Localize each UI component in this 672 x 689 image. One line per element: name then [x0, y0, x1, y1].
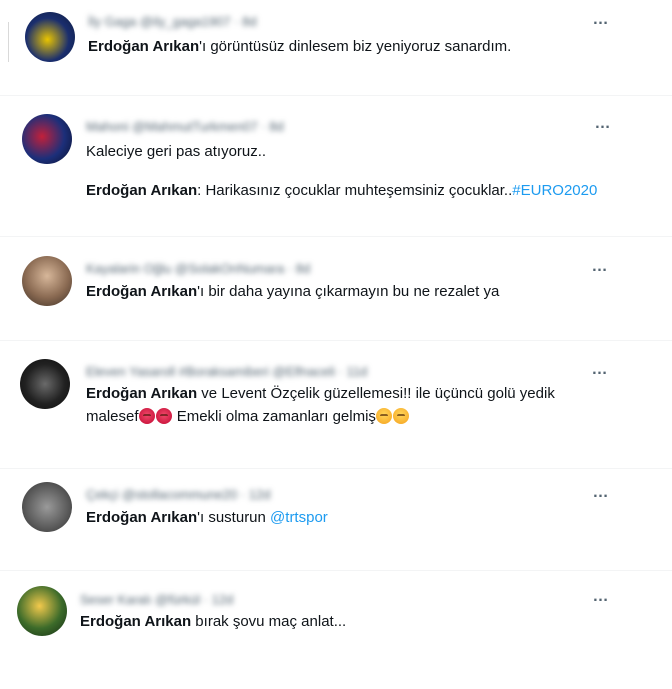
more-options-icon[interactable]: …	[590, 485, 612, 502]
tweet-text: Erdoğan Arıkan'ı görüntüsüz dinlesem biz…	[88, 38, 512, 55]
tweet-author-header[interactable]: Kayalarin Oğlu @SolakOnNumara · 8d	[86, 261, 310, 276]
more-options-icon[interactable]: …	[589, 362, 611, 379]
tweet-6[interactable]: Seser Karalı @fürkül · 12d … Erdoğan Arı…	[0, 578, 672, 678]
tweet-author-header[interactable]: Seser Karalı @fürkül · 12d	[80, 592, 233, 607]
tweet-2[interactable]: Mahoni @MahmutTurkmen07 · 8d … Kaleciye …	[0, 100, 672, 220]
tweet-text-line: Kaleciye geri pas atıyoruz..	[86, 143, 267, 160]
avatar[interactable]	[22, 482, 72, 532]
thinking-face-icon	[375, 408, 392, 424]
avatar[interactable]	[20, 359, 70, 409]
more-options-icon[interactable]: …	[590, 12, 612, 29]
mention-bold: Erdoğan Arıkan	[88, 38, 200, 55]
more-options-icon[interactable]: …	[592, 116, 614, 133]
tweet-5[interactable]: Çekçi @stollacommune20 · 12d … Erdoğan A…	[0, 475, 672, 565]
tweet-author-header[interactable]: Mahoni @MahmutTurkmen07 · 8d	[86, 119, 284, 134]
tweet-text: Erdoğan Arıkan'ı susturun @trtspor	[86, 509, 328, 526]
mention-bold: Erdoğan Arıkan	[86, 283, 198, 300]
avatar[interactable]	[25, 12, 75, 62]
tweet-text-line-2: malesef Emekli olma zamanları gelmiş	[86, 405, 410, 428]
avatar[interactable]	[17, 586, 67, 636]
mention-bold: Erdoğan Arıkan	[86, 182, 198, 199]
tweet-3[interactable]: Kayalarin Oğlu @SolakOnNumara · 8d … Erd…	[0, 245, 672, 335]
tweet-author-header[interactable]: Eleven Yasaroll #Boraksamiberi @Elfnacel…	[86, 364, 367, 379]
tweet-text: Erdoğan Arıkan: Harikasınız çocuklar muh…	[86, 182, 598, 199]
avatar[interactable]	[22, 114, 72, 164]
divider	[0, 340, 672, 341]
tweet-text-line-1: Erdoğan Arıkan ve Levent Özçelik güzelle…	[86, 385, 555, 402]
mention-link[interactable]: @trtspor	[270, 509, 328, 526]
divider	[0, 468, 672, 469]
thinking-face-icon	[392, 408, 409, 424]
angry-face-icon	[138, 408, 155, 424]
more-options-icon[interactable]: …	[590, 589, 612, 606]
mention-bold: Erdoğan Arıkan	[80, 613, 192, 630]
more-options-icon[interactable]: …	[589, 259, 611, 276]
tweet-author-header[interactable]: Çekçi @stollacommune20 · 12d	[86, 487, 270, 502]
hashtag-link[interactable]: #EURO2020	[512, 182, 597, 199]
avatar[interactable]	[22, 256, 72, 306]
tweet-author-header[interactable]: İly Gaga @ily_gaga1907 · 8d	[88, 14, 257, 29]
mention-bold: Erdoğan Arıkan	[86, 385, 198, 402]
divider	[0, 236, 672, 237]
angry-face-icon	[155, 408, 172, 424]
tweet-text: Erdoğan Arıkan'ı bir daha yayına çıkarma…	[86, 283, 500, 300]
tweet-text: Erdoğan Arıkan bırak şovu maç anlat...	[80, 613, 347, 630]
divider	[0, 95, 672, 96]
tweet-1[interactable]: İly Gaga @ily_gaga1907 · 8d … Erdoğan Ar…	[0, 0, 672, 80]
tweet-4[interactable]: Eleven Yasaroll #Boraksamiberi @Elfnacel…	[0, 350, 672, 460]
thread-line	[8, 22, 9, 62]
divider	[0, 570, 672, 571]
mention-bold: Erdoğan Arıkan	[86, 509, 198, 526]
